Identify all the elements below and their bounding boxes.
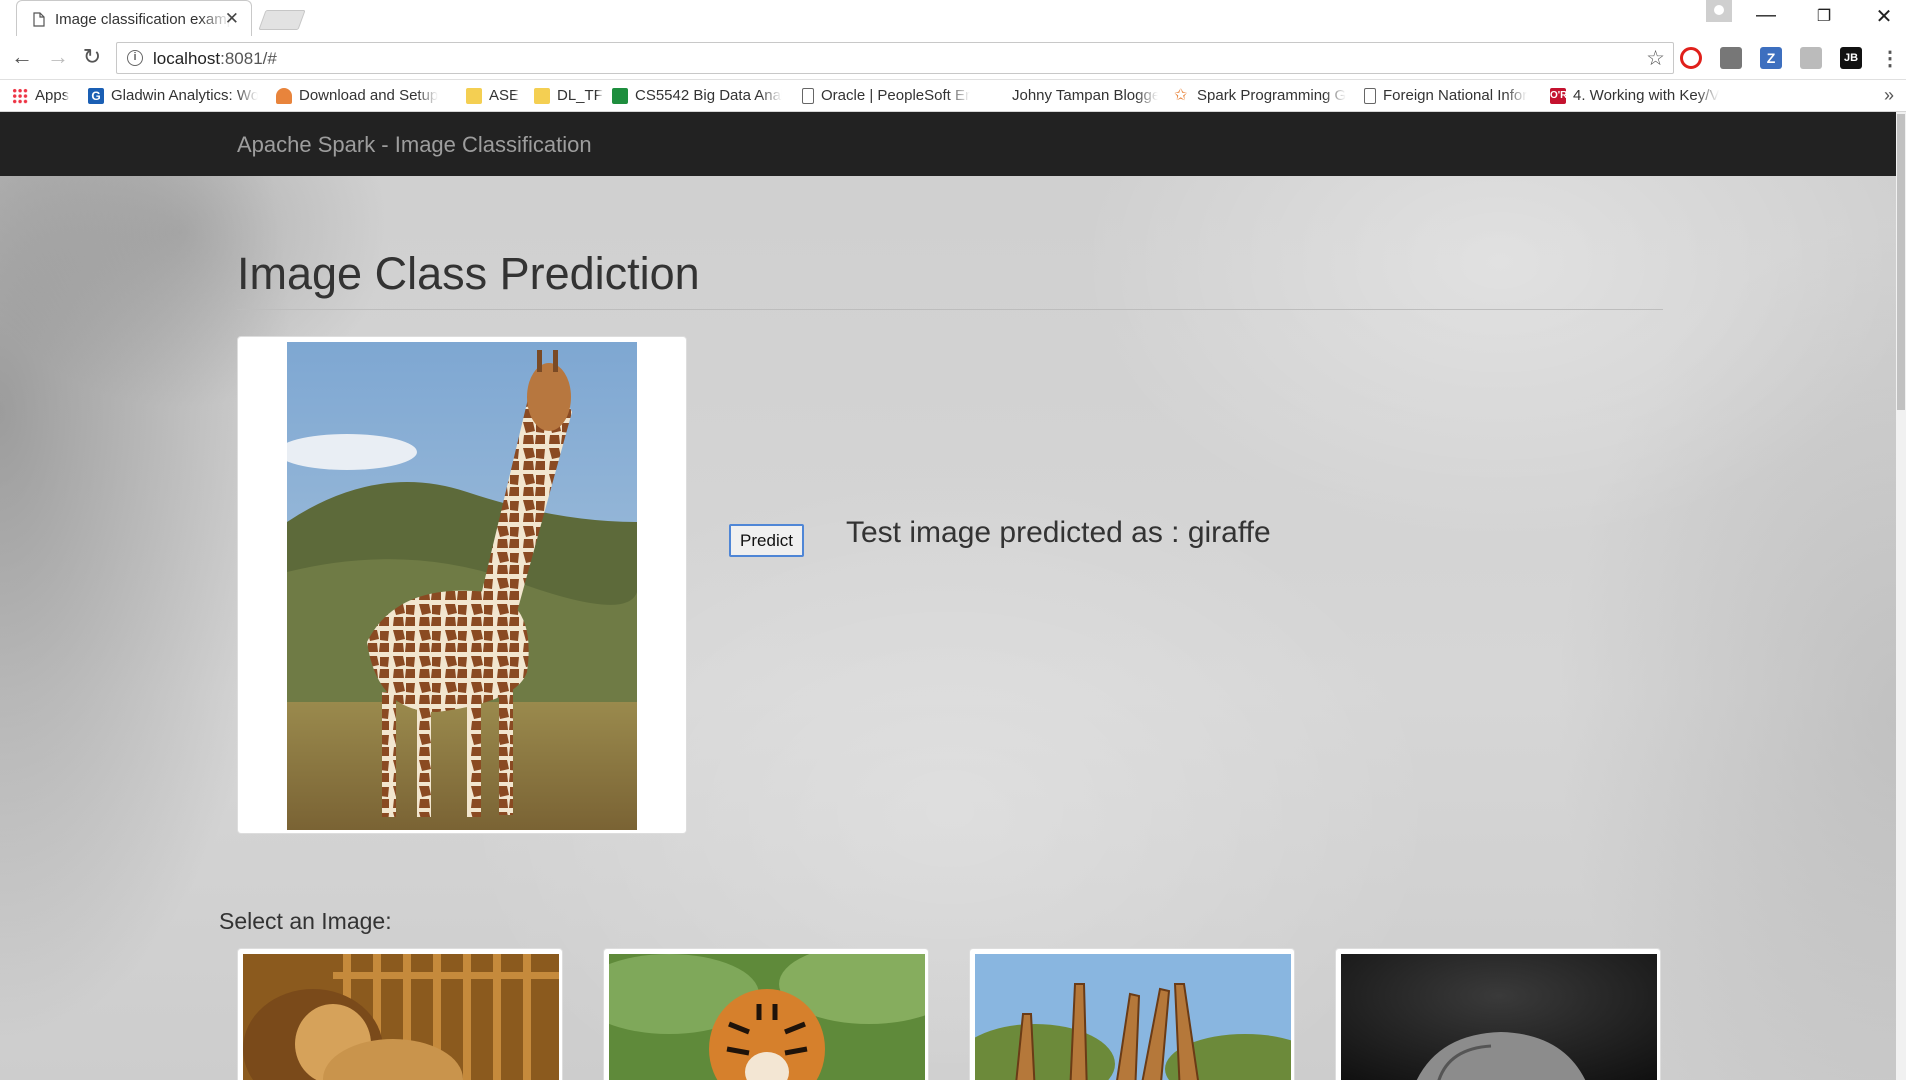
info-icon[interactable]: i [127, 50, 143, 66]
tab-title: Image classification example [55, 11, 231, 28]
apps-grid-icon [12, 87, 28, 104]
new-tab-button[interactable] [258, 10, 306, 30]
bookmark-oracle[interactable]: Oracle | PeopleSoft En [802, 87, 970, 104]
forward-icon[interactable]: → [44, 44, 72, 70]
bookmark-spark-programming[interactable]: ✩ Spark Programming G [1174, 87, 1350, 104]
title-divider [237, 309, 1663, 310]
close-window-icon[interactable]: ✕ [1864, 4, 1904, 29]
sheets-icon [612, 87, 628, 104]
bookmark-johny-tampan[interactable]: Johny Tampan Blogge [1012, 87, 1158, 104]
reload-icon[interactable]: ↻ [78, 44, 106, 70]
bookmark-foreign-national[interactable]: Foreign National Infor [1364, 87, 1538, 104]
choice-giraffes[interactable] [969, 948, 1295, 1080]
gladwin-icon: G [88, 87, 104, 104]
choice-tiger[interactable] [603, 948, 929, 1080]
bookmark-gladwin[interactable]: G Gladwin Analytics: Wo [88, 87, 258, 104]
url-text[interactable]: localhost:8081/# [153, 49, 277, 69]
document-icon [1364, 87, 1376, 104]
bookmarks-bar: Apps G Gladwin Analytics: Wo Download an… [0, 80, 1906, 112]
choice-lion[interactable] [237, 948, 563, 1080]
bookmark-download-setup[interactable]: Download and Setup [276, 87, 442, 104]
jetbrains-icon[interactable]: JB [1840, 47, 1862, 69]
page-title: Image Class Prediction [237, 248, 700, 299]
download-setup-icon [276, 87, 292, 104]
giraffe-image [287, 342, 637, 830]
prediction-result: Test image predicted as : giraffe [846, 516, 1271, 549]
zotero-icon[interactable]: Z [1760, 47, 1782, 69]
elephant-image [1341, 954, 1657, 1080]
document-icon [33, 12, 45, 27]
bookmark-apps[interactable]: Apps [12, 87, 69, 104]
document-icon [802, 87, 814, 104]
bookmark-working-key[interactable]: O'R 4. Working with Key/V [1550, 87, 1722, 104]
bookmark-ase[interactable]: ASE [466, 87, 519, 104]
page-scrollbar[interactable] [1896, 112, 1906, 1080]
address-bar[interactable]: i localhost:8081/# ☆ [116, 42, 1674, 74]
choice-elephant[interactable] [1335, 948, 1661, 1080]
scrollbar-thumb[interactable] [1897, 114, 1905, 410]
bookmark-cs5542[interactable]: CS5542 Big Data Anal [612, 87, 782, 104]
restore-icon[interactable]: ❐ [1804, 6, 1844, 26]
menu-icon[interactable]: ⋮ [1880, 46, 1900, 71]
bookmarks-overflow-icon[interactable]: » [1884, 85, 1894, 106]
minimize-icon[interactable]: — [1746, 4, 1786, 27]
profile-icon[interactable] [1706, 0, 1732, 22]
top-navbar: Apache Spark - Image Classification [0, 112, 1896, 176]
predict-button[interactable]: Predict [729, 524, 804, 557]
tab-close-icon[interactable]: ✕ [225, 9, 239, 29]
folder-icon [466, 87, 482, 104]
lion-image [243, 954, 559, 1080]
back-icon[interactable]: ← [8, 44, 36, 70]
browser-toolbar: ← → ↻ i localhost:8081/# ☆ Z JB ⋮ [0, 36, 1906, 80]
select-image-label: Select an Image: [219, 908, 392, 934]
bookmark-dl-tf[interactable]: DL_TF [534, 87, 603, 104]
pdf-icon[interactable] [1800, 47, 1822, 69]
selected-image-thumbnail [237, 336, 687, 834]
navbar-brand[interactable]: Apache Spark - Image Classification [237, 132, 592, 158]
tiger-image [609, 954, 925, 1080]
browser-tabstrip: Image classification example ✕ — ❐ ✕ [0, 0, 1906, 36]
cast-icon[interactable] [1720, 47, 1742, 69]
page-viewport: Apache Spark - Image Classification Imag… [0, 112, 1906, 1080]
browser-tab[interactable]: Image classification example ✕ [16, 0, 252, 36]
giraffes-image [975, 954, 1291, 1080]
oreilly-icon: O'R [1550, 87, 1567, 104]
opera-icon[interactable] [1680, 47, 1702, 69]
bookmark-star-icon[interactable]: ☆ [1646, 46, 1665, 71]
spark-star-icon: ✩ [1174, 87, 1188, 104]
folder-icon [534, 87, 550, 104]
